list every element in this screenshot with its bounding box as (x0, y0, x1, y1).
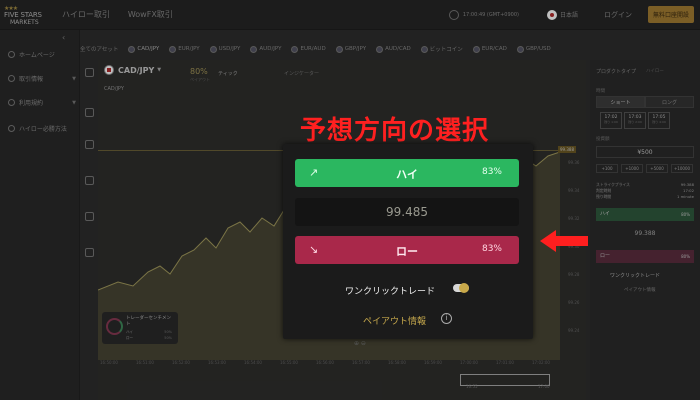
high-button[interactable]: ↗ ハイ 83% (295, 159, 519, 187)
low-button[interactable]: ↘ ロー 83% (295, 236, 519, 264)
annotation-title: 予想方向の選択 (300, 116, 490, 146)
info-icon[interactable]: i (441, 313, 452, 324)
trade-direction-popup: ↗ ハイ 83% 99.485 ↘ ロー 83% ワンクリックトレード ペイアウ… (283, 144, 533, 339)
low-payout-pct: 83% (481, 244, 502, 254)
one-click-trade-label: ワンクリックトレード (345, 287, 436, 297)
current-price-display: 99.485 (295, 198, 519, 226)
one-click-trade-toggle[interactable] (453, 283, 469, 293)
high-payout-pct: 83% (481, 167, 502, 177)
payout-info-link[interactable]: ペイアウト情報 (363, 314, 426, 327)
left-arrow-icon (540, 230, 588, 252)
